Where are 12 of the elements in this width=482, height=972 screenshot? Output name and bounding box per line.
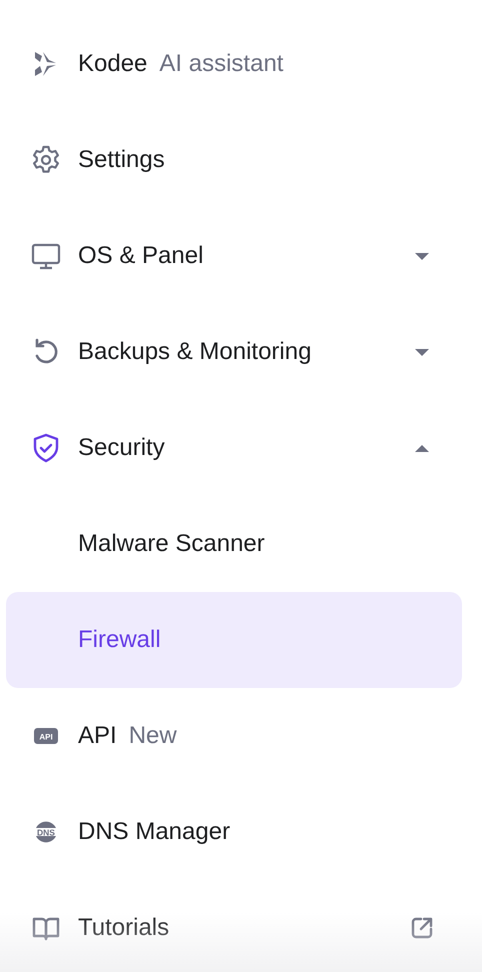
menu-item[interactable]: API API New — [6, 688, 462, 784]
label-note: AI assistant — [159, 49, 284, 79]
menu-item[interactable]: Kodee AI assistant — [6, 16, 462, 112]
label-note: New — [128, 721, 177, 751]
menu-item[interactable]: Security — [6, 400, 462, 496]
menu-item[interactable]: Settings — [6, 112, 462, 208]
menu-item[interactable]: DNS DNS Manager — [6, 784, 462, 880]
menu-item[interactable]: Backups & Monitoring — [6, 304, 462, 400]
menu-item[interactable]: OS & Panel — [6, 208, 462, 304]
menu-item[interactable]: Tutorials — [6, 880, 462, 972]
submenu-item[interactable]: Firewall — [6, 592, 462, 688]
submenu-item[interactable]: Malware Scanner — [6, 496, 462, 592]
